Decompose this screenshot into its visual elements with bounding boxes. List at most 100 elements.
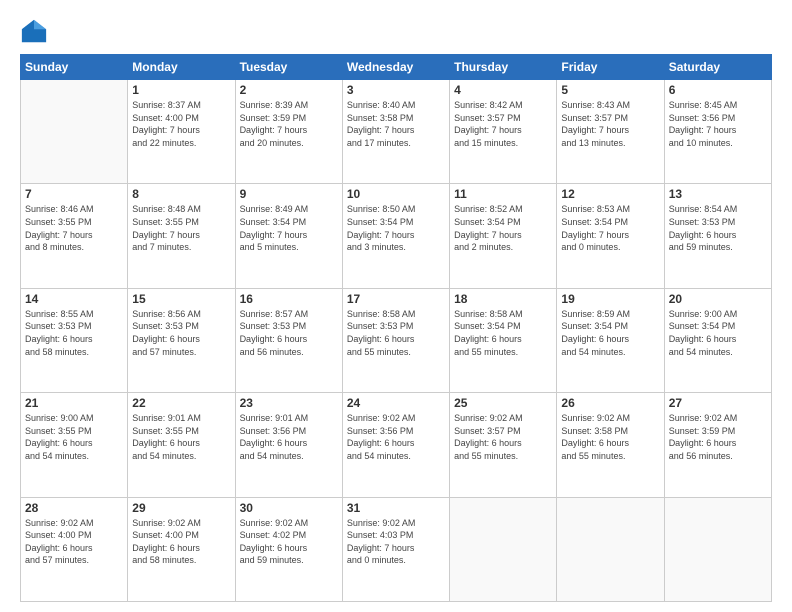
day-cell-13: 13 Sunrise: 8:54 AM Sunset: 3:53 PM Dayli… [664, 184, 771, 288]
day-cell-1: 1 Sunrise: 8:37 AM Sunset: 4:00 PM Daylig… [128, 80, 235, 184]
weekday-header-tuesday: Tuesday [235, 55, 342, 80]
day-number-24: 24 [347, 396, 445, 410]
weekday-header-wednesday: Wednesday [342, 55, 449, 80]
day-cell-24: 24 Sunrise: 9:02 AM Sunset: 3:56 PM Dayli… [342, 393, 449, 497]
day-number-23: 23 [240, 396, 338, 410]
week-row-3: 14Sunrise: 8:55 AM Sunset: 3:53 PM Dayli… [21, 288, 772, 392]
day-number-20: 20 [669, 292, 767, 306]
day-info-23: Sunrise: 9:01 AM Sunset: 3:56 PM Dayligh… [240, 412, 338, 462]
day-info-10: Sunrise: 8:50 AM Sunset: 3:54 PM Dayligh… [347, 203, 445, 253]
day-number-6: 6 [669, 83, 767, 97]
day-cell-25: 25 Sunrise: 9:02 AM Sunset: 3:57 PM Dayli… [450, 393, 557, 497]
day-info-22: Sunrise: 9:01 AM Sunset: 3:55 PM Dayligh… [132, 412, 230, 462]
day-info-30: Sunrise: 9:02 AM Sunset: 4:02 PM Dayligh… [240, 517, 338, 567]
day-number-29: 29 [132, 501, 230, 515]
day-info-24: Sunrise: 9:02 AM Sunset: 3:56 PM Dayligh… [347, 412, 445, 462]
day-cell-8: 8 Sunrise: 8:48 AM Sunset: 3:55 PM Daylig… [128, 184, 235, 288]
day-number-19: 19 [561, 292, 659, 306]
empty-cell [664, 497, 771, 601]
day-info-26: Sunrise: 9:02 AM Sunset: 3:58 PM Dayligh… [561, 412, 659, 462]
logo-icon [20, 18, 48, 46]
day-info-7: Sunrise: 8:46 AM Sunset: 3:55 PM Dayligh… [25, 203, 123, 253]
day-number-31: 31 [347, 501, 445, 515]
weekday-header-sunday: Sunday [21, 55, 128, 80]
day-cell-26: 26 Sunrise: 9:02 AM Sunset: 3:58 PM Dayli… [557, 393, 664, 497]
day-cell-15: 15 Sunrise: 8:56 AM Sunset: 3:53 PM Dayli… [128, 288, 235, 392]
day-number-30: 30 [240, 501, 338, 515]
header [20, 18, 772, 46]
week-row-2: 7 Sunrise: 8:46 AM Sunset: 3:55 PM Daylig… [21, 184, 772, 288]
day-cell-9: 9Sunrise: 8:49 AM Sunset: 3:54 PM Daylig… [235, 184, 342, 288]
day-info-3: Sunrise: 8:40 AM Sunset: 3:58 PM Dayligh… [347, 99, 445, 149]
day-cell-16: 16Sunrise: 8:57 AM Sunset: 3:53 PM Dayli… [235, 288, 342, 392]
day-cell-23: 23 Sunrise: 9:01 AM Sunset: 3:56 PM Dayli… [235, 393, 342, 497]
week-row-5: 28 Sunrise: 9:02 AM Sunset: 4:00 PM Dayli… [21, 497, 772, 601]
day-cell-7: 7 Sunrise: 8:46 AM Sunset: 3:55 PM Daylig… [21, 184, 128, 288]
day-number-26: 26 [561, 396, 659, 410]
day-cell-21: 21 Sunrise: 9:00 AM Sunset: 3:55 PM Dayli… [21, 393, 128, 497]
day-cell-18: 18Sunrise: 8:58 AM Sunset: 3:54 PM Dayli… [450, 288, 557, 392]
day-number-5: 5 [561, 83, 659, 97]
day-number-22: 22 [132, 396, 230, 410]
day-number-10: 10 [347, 187, 445, 201]
day-number-27: 27 [669, 396, 767, 410]
day-number-1: 1 [132, 83, 230, 97]
empty-cell [21, 80, 128, 184]
day-info-20: Sunrise: 9:00 AM Sunset: 3:54 PM Dayligh… [669, 308, 767, 358]
day-cell-11: 11 Sunrise: 8:52 AM Sunset: 3:54 PM Dayli… [450, 184, 557, 288]
day-cell-5: 5 Sunrise: 8:43 AM Sunset: 3:57 PM Daylig… [557, 80, 664, 184]
day-number-28: 28 [25, 501, 123, 515]
day-number-17: 17 [347, 292, 445, 306]
day-number-15: 15 [132, 292, 230, 306]
weekday-header-thursday: Thursday [450, 55, 557, 80]
day-cell-3: 3 Sunrise: 8:40 AM Sunset: 3:58 PM Daylig… [342, 80, 449, 184]
day-number-3: 3 [347, 83, 445, 97]
day-info-28: Sunrise: 9:02 AM Sunset: 4:00 PM Dayligh… [25, 517, 123, 567]
day-info-13: Sunrise: 8:54 AM Sunset: 3:53 PM Dayligh… [669, 203, 767, 253]
weekday-header-friday: Friday [557, 55, 664, 80]
day-info-15: Sunrise: 8:56 AM Sunset: 3:53 PM Dayligh… [132, 308, 230, 358]
week-row-1: 1 Sunrise: 8:37 AM Sunset: 4:00 PM Daylig… [21, 80, 772, 184]
day-cell-14: 14Sunrise: 8:55 AM Sunset: 3:53 PM Dayli… [21, 288, 128, 392]
weekday-header-saturday: Saturday [664, 55, 771, 80]
day-number-13: 13 [669, 187, 767, 201]
weekday-header-row: SundayMondayTuesdayWednesdayThursdayFrid… [21, 55, 772, 80]
day-info-4: Sunrise: 8:42 AM Sunset: 3:57 PM Dayligh… [454, 99, 552, 149]
day-number-8: 8 [132, 187, 230, 201]
day-info-12: Sunrise: 8:53 AM Sunset: 3:54 PM Dayligh… [561, 203, 659, 253]
empty-cell [557, 497, 664, 601]
weekday-header-monday: Monday [128, 55, 235, 80]
day-cell-28: 28 Sunrise: 9:02 AM Sunset: 4:00 PM Dayli… [21, 497, 128, 601]
day-cell-17: 17 Sunrise: 8:58 AM Sunset: 3:53 PM Dayli… [342, 288, 449, 392]
day-cell-10: 10 Sunrise: 8:50 AM Sunset: 3:54 PM Dayli… [342, 184, 449, 288]
day-number-7: 7 [25, 187, 123, 201]
calendar-table: SundayMondayTuesdayWednesdayThursdayFrid… [20, 54, 772, 602]
day-info-21: Sunrise: 9:00 AM Sunset: 3:55 PM Dayligh… [25, 412, 123, 462]
day-info-16: Sunrise: 8:57 AM Sunset: 3:53 PM Dayligh… [240, 308, 338, 358]
day-info-2: Sunrise: 8:39 AM Sunset: 3:59 PM Dayligh… [240, 99, 338, 149]
day-info-6: Sunrise: 8:45 AM Sunset: 3:56 PM Dayligh… [669, 99, 767, 149]
day-info-19: Sunrise: 8:59 AM Sunset: 3:54 PM Dayligh… [561, 308, 659, 358]
day-number-25: 25 [454, 396, 552, 410]
day-info-5: Sunrise: 8:43 AM Sunset: 3:57 PM Dayligh… [561, 99, 659, 149]
day-cell-2: 2Sunrise: 8:39 AM Sunset: 3:59 PM Daylig… [235, 80, 342, 184]
day-info-29: Sunrise: 9:02 AM Sunset: 4:00 PM Dayligh… [132, 517, 230, 567]
day-number-14: 14 [25, 292, 123, 306]
day-number-21: 21 [25, 396, 123, 410]
day-info-17: Sunrise: 8:58 AM Sunset: 3:53 PM Dayligh… [347, 308, 445, 358]
day-info-11: Sunrise: 8:52 AM Sunset: 3:54 PM Dayligh… [454, 203, 552, 253]
day-number-4: 4 [454, 83, 552, 97]
day-info-1: Sunrise: 8:37 AM Sunset: 4:00 PM Dayligh… [132, 99, 230, 149]
day-number-12: 12 [561, 187, 659, 201]
day-info-25: Sunrise: 9:02 AM Sunset: 3:57 PM Dayligh… [454, 412, 552, 462]
day-number-11: 11 [454, 187, 552, 201]
day-info-8: Sunrise: 8:48 AM Sunset: 3:55 PM Dayligh… [132, 203, 230, 253]
day-cell-12: 12 Sunrise: 8:53 AM Sunset: 3:54 PM Dayli… [557, 184, 664, 288]
logo [20, 18, 52, 46]
day-cell-31: 31 Sunrise: 9:02 AM Sunset: 4:03 PM Dayli… [342, 497, 449, 601]
day-info-9: Sunrise: 8:49 AM Sunset: 3:54 PM Dayligh… [240, 203, 338, 253]
day-info-18: Sunrise: 8:58 AM Sunset: 3:54 PM Dayligh… [454, 308, 552, 358]
day-cell-19: 19 Sunrise: 8:59 AM Sunset: 3:54 PM Dayli… [557, 288, 664, 392]
day-info-31: Sunrise: 9:02 AM Sunset: 4:03 PM Dayligh… [347, 517, 445, 567]
day-cell-4: 4 Sunrise: 8:42 AM Sunset: 3:57 PM Daylig… [450, 80, 557, 184]
